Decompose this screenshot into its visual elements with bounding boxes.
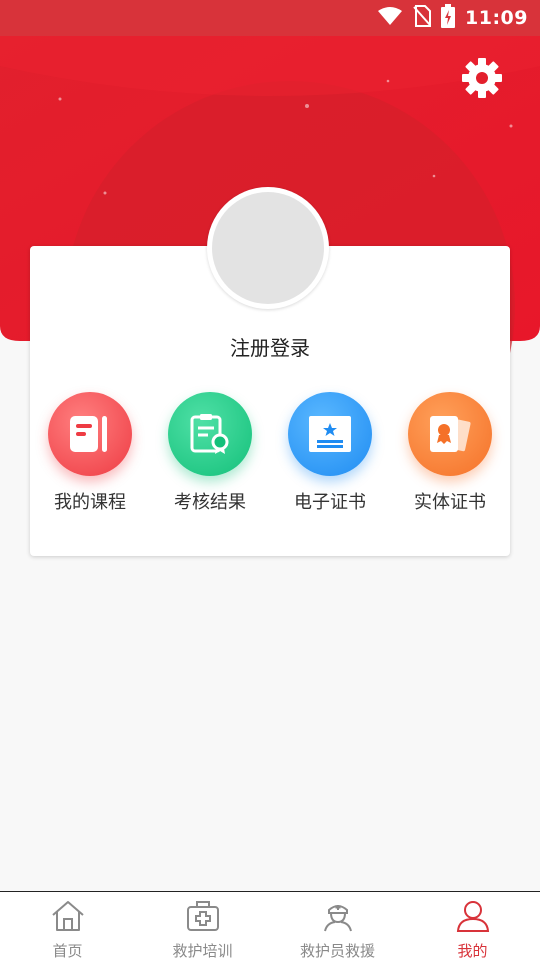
wifi-icon — [377, 6, 403, 30]
gear-icon — [461, 57, 503, 103]
user-icon — [455, 900, 491, 936]
settings-button[interactable] — [460, 58, 504, 102]
menu-label: 电子证书 — [294, 492, 366, 513]
tab-home[interactable]: 首页 — [0, 892, 135, 961]
medical-kit-icon — [186, 900, 220, 936]
nurse-icon — [322, 900, 354, 936]
status-icons: 11:09 — [377, 0, 528, 36]
status-bar: 11:09 — [0, 0, 540, 36]
menu-label: 实体证书 — [414, 492, 486, 513]
tab-label: 救护培训 — [172, 942, 233, 960]
menu-item-exam-results[interactable]: 考核结果 — [150, 392, 270, 522]
bottom-tab-bar: 首页 救护培训 救护员救援 我的 — [0, 891, 540, 961]
home-icon — [50, 900, 86, 936]
profile-menu: 我的课程 考核结果 电子证书 实体证书 — [30, 392, 510, 522]
menu-item-my-courses[interactable]: 我的课程 — [30, 392, 150, 522]
tab-rescuer-aid[interactable]: 救护员救援 — [270, 892, 405, 961]
course-book-icon — [48, 392, 132, 476]
battery-charging-icon — [441, 4, 456, 32]
avatar-placeholder — [212, 192, 324, 304]
menu-label: 我的课程 — [54, 492, 126, 513]
no-sim-icon — [413, 5, 432, 31]
tab-label: 首页 — [52, 942, 83, 960]
tab-rescue-training[interactable]: 救护培训 — [135, 892, 270, 961]
e-certificate-icon — [288, 392, 372, 476]
register-login-link[interactable]: 注册登录 — [30, 332, 510, 361]
menu-label: 考核结果 — [174, 492, 246, 513]
tab-label: 救护员救援 — [299, 942, 375, 960]
menu-item-e-certificate[interactable]: 电子证书 — [270, 392, 390, 522]
menu-item-physical-certificate[interactable]: 实体证书 — [390, 392, 510, 522]
tab-mine[interactable]: 我的 — [405, 892, 540, 961]
status-time: 11:09 — [465, 7, 528, 29]
tab-label: 我的 — [457, 942, 488, 960]
avatar[interactable] — [207, 187, 329, 309]
physical-certificate-icon — [408, 392, 492, 476]
exam-result-icon — [168, 392, 252, 476]
